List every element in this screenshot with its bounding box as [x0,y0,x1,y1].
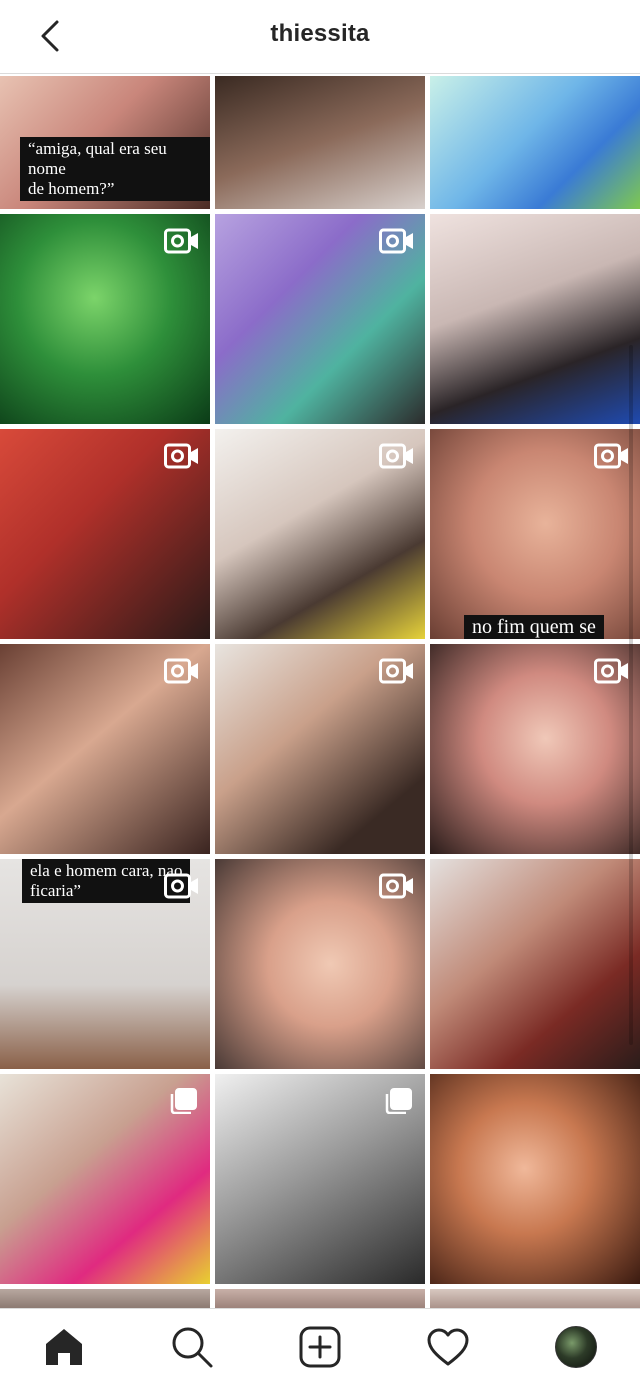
post-tile[interactable]: no fim quem se [430,429,640,639]
post-tile[interactable] [0,1289,210,1308]
video-icon [164,443,198,469]
tab-new-post[interactable] [296,1323,344,1371]
carousel-icon [170,1088,197,1114]
post-tile[interactable]: ela e homem cara, nao ficaria” [0,859,210,1069]
video-icon [594,443,628,469]
video-icon [379,658,413,684]
home-icon [46,1329,82,1365]
post-tile[interactable] [215,859,425,1069]
post-tile[interactable] [215,644,425,854]
video-icon [594,658,628,684]
tab-home[interactable] [40,1323,88,1371]
video-icon [164,873,198,899]
carousel-icon [385,1088,412,1114]
post-tile[interactable] [0,1074,210,1284]
avatar-icon [555,1326,597,1368]
profile-username: thiessita [270,20,370,47]
post-tile[interactable] [215,429,425,639]
video-icon [164,658,198,684]
post-tile[interactable] [0,429,210,639]
post-tile[interactable] [215,1074,425,1284]
post-tile[interactable] [0,644,210,854]
post-tile[interactable] [430,1289,640,1308]
post-tile[interactable]: “amiga, qual era seu nome de homem?” [0,76,210,209]
tab-activity[interactable] [424,1323,472,1371]
post-grid: “amiga, qual era seu nome de homem?” no f… [0,76,640,1308]
post-tile[interactable] [430,644,640,854]
post-tile[interactable] [430,1074,640,1284]
scrollbar[interactable] [629,345,633,1045]
post-caption-overlay: no fim quem se [464,615,604,639]
heart-icon [427,1328,469,1366]
video-icon [379,228,413,254]
post-tile[interactable] [0,214,210,424]
video-icon [164,228,198,254]
post-tile[interactable] [215,1289,425,1308]
bottom-tab-bar [0,1308,640,1386]
tab-profile[interactable] [552,1323,600,1371]
post-tile[interactable] [430,859,640,1069]
post-tile[interactable] [215,214,425,424]
post-tile[interactable] [430,214,640,424]
post-tile[interactable] [430,76,640,209]
plus-square-icon [299,1326,341,1368]
search-icon [172,1327,213,1368]
tab-search[interactable] [168,1323,216,1371]
video-icon [379,443,413,469]
top-nav-bar: thiessita [0,0,640,74]
video-icon [379,873,413,899]
post-tile[interactable] [215,76,425,209]
post-caption-overlay: “amiga, qual era seu nome de homem?” [20,137,210,201]
